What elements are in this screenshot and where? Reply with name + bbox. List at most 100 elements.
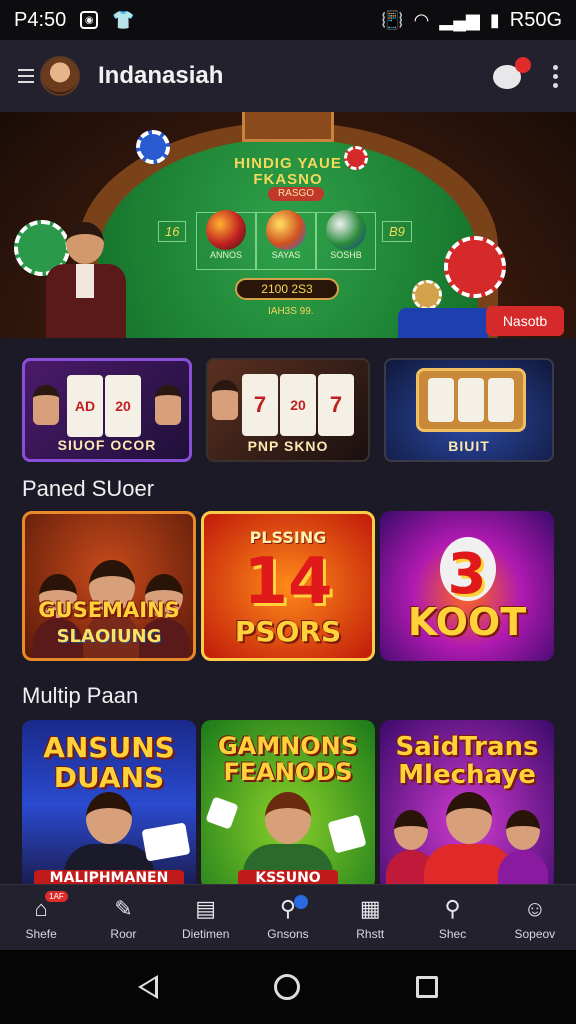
nav-label: Rhstt [356,926,385,941]
nav-item-gnsons[interactable]: ⚲ Gnsons [248,894,328,941]
messenger-icon: ◉ [80,11,99,29]
card-shoe [242,112,334,142]
card-title: SaidTrans [395,732,539,762]
slot-reel: AD [67,375,103,437]
chip-icon [136,130,170,164]
nav-dot [293,894,308,909]
card-title: 14 [243,545,333,619]
slot-reel: 7 [318,374,354,436]
nav-label: Dietimen [182,926,230,941]
more-vert-icon[interactable] [553,64,558,88]
nav-label: Sopeov [514,926,556,941]
card-title: GAMNONS [217,732,358,760]
ball-label: ANNOS [209,250,242,260]
slot-reel [458,378,484,422]
game-card[interactable]: PLSSING 14 PSORS [201,511,375,661]
dice-icon [205,796,239,830]
chip-icon [344,146,368,170]
thumbnail-slot-3[interactable]: BIUIT [384,358,554,462]
hero-banner[interactable]: HINDIG YAUE FKASNO RASGO 16 B9 ANNOS SAY… [0,112,576,338]
game-card[interactable]: SaidTrans Mlechaye [380,720,554,890]
battery-icon: ▮ [489,9,500,30]
thumbnail-slot-2[interactable]: 7 20 7 PNP SKNO [206,358,370,462]
dice-icon [327,814,367,854]
newspaper-icon: ▦ [359,895,381,921]
nav-label: Roor [110,926,137,941]
game-card[interactable]: 3 KOOT [380,511,554,661]
avatar[interactable] [40,56,80,96]
featured-thumbnails: AD 20 SIUOF OCOR 7 20 7 PNP SKNO BIUIT [22,358,554,462]
thumbnail-label: SIUOF OCOR [57,437,157,453]
ball-icon [206,210,246,250]
nav-item-roor[interactable]: ✎ Roor [83,895,163,941]
search-icon: ⚲ [444,895,461,921]
signal-icon: ▂▄▆ [439,9,480,30]
side-number-right: B9 [382,221,412,242]
ball-label: SOSHB [330,250,362,260]
chat-icon[interactable] [493,57,531,91]
wifi-icon: ◠ [413,9,430,30]
card-title: 3 [447,542,487,607]
recents-icon[interactable] [416,976,438,998]
character-face [212,380,238,420]
cards-icon [141,822,191,862]
section-title: Paned SUoer [22,476,155,501]
ball-icon [266,210,306,250]
hero-small-text: IAH3S 99. [268,306,314,317]
character-face [33,385,59,425]
card-title: GUSEMAINS [38,598,180,622]
card-title-line2: Mlechaye [398,760,536,790]
nav-item-sopeov[interactable]: ☺ Sopeov [495,895,575,941]
home-button-icon[interactable] [274,974,300,1000]
nav-item-dietimen[interactable]: ▤ Dietimen [166,895,246,941]
section-title: Multip Paan [22,683,139,708]
thumbnail-label: BIUIT [448,438,490,454]
card-subtitle: KOOT [407,600,527,644]
hero-title-line2: FKASNO [253,171,323,188]
nav-label: Shefe [25,926,57,941]
thumbnail-label: PNP SKNO [247,438,329,454]
slot-reel [428,378,454,422]
thumbnail-slot-1[interactable]: AD 20 SIUOF OCOR [22,358,192,462]
hero-badge-button[interactable]: Nasotb [486,306,564,336]
slot-reel [488,378,514,422]
game-card[interactable]: GAMNONS FEANODS KSSUNO [201,720,375,890]
chip-icon [412,280,442,310]
game-card-row: ANSUNS DUANS MALIPHMANEN GAMNONS FEANODS… [22,720,554,890]
hero-title-line1: HINDIG YAUE [234,155,342,172]
dealer-figure [40,222,130,338]
tag-icon: ✎ [114,895,133,921]
nav-label: Gnsons [267,926,309,941]
game-card[interactable]: GUSEMAINS SLAOIUNG [22,511,196,661]
amount-pill: 2100 2S3 [235,278,339,300]
system-nav-bar [0,950,576,1024]
menu-icon[interactable] [18,69,34,83]
nav-label: Shec [438,926,467,941]
side-number-left: 16 [158,221,187,242]
card-title: ANSUNS [43,731,175,764]
slot-reel: 20 [105,375,141,437]
status-right-text: R50G [509,8,562,31]
nav-item-shec[interactable]: ⚲ Shec [413,895,493,941]
character-face [155,385,181,425]
nav-badge: 1AF [45,890,68,902]
character-figure [498,810,548,890]
nav-item-shefe[interactable]: ⌂ 1AF Shefe [1,890,81,941]
game-card[interactable]: ANSUNS DUANS MALIPHMANEN [22,720,196,890]
hero-badge-blue [398,308,488,338]
ball-label: SAYAS [271,250,301,260]
ball-icon [326,210,366,250]
person-icon: ☺ [523,895,547,921]
vibrate-icon: 📳 [381,9,404,30]
card-title-line2: DUANS [53,761,165,794]
hero-sub-pill: RASGO [268,187,324,201]
slot-reel: 20 [280,374,316,436]
back-icon[interactable] [138,975,158,999]
status-time: P4:50 [14,8,67,31]
card-subtitle: SLAOIUNG [56,626,162,647]
nav-item-rhstt[interactable]: ▦ Rhstt [330,895,410,941]
card-subtitle: PSORS [234,615,342,648]
status-bar: P4:50 ◉ 👕 📳 ◠ ▂▄▆ ▮ R50G [0,0,576,40]
card-title-line2: FEANODS [223,758,353,786]
slot-reel: 7 [242,374,278,436]
